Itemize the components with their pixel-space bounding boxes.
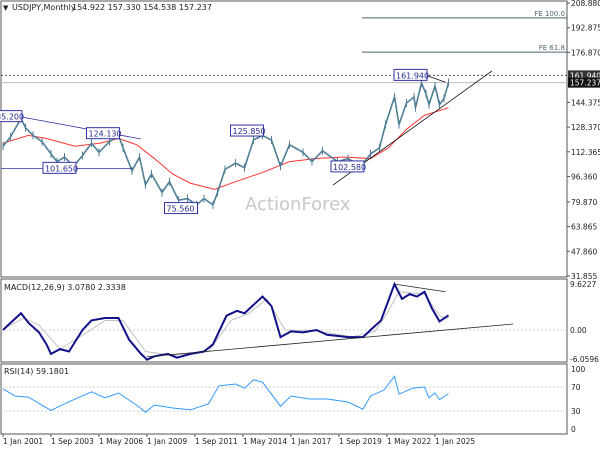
fib-label: FE 100.0 — [534, 10, 565, 18]
y-tick-label: 79.870 — [571, 198, 597, 207]
macd-trendline — [394, 283, 446, 293]
annotation-label: 102.580 — [333, 163, 366, 172]
watermark: ActionForex — [245, 194, 351, 215]
x-tick-label: 1 Jan 2017 — [291, 437, 331, 446]
y-tick-label: 112.365 — [571, 148, 600, 157]
rsi-tick-label: 100 — [571, 365, 586, 374]
ohlc-values: 154.922 157.330 154.538 157.237 — [72, 3, 212, 12]
x-tick-label: 1 Sep 2019 — [339, 437, 382, 446]
price-series — [2, 80, 450, 207]
main-panel-frame — [0, 0, 568, 278]
x-tick-label: 1 Sep 2011 — [195, 437, 238, 446]
x-tick-label: 1 Jan 2025 — [435, 437, 475, 446]
y-tick-label: 47.860 — [571, 247, 597, 256]
rsi-line — [2, 375, 449, 413]
x-tick-label: 1 Sep 2003 — [51, 437, 94, 446]
rsi-tick-label: 30 — [571, 407, 581, 416]
annotation-label: 161.940 — [396, 71, 429, 80]
y-tick-label: 192.875 — [571, 24, 600, 33]
chart-canvas: ActionForex FE 100.0 FE 61.8 135.200 124.13… — [0, 0, 600, 446]
rsi-panel-frame — [0, 363, 568, 435]
x-tick-label: 1 May 2022 — [387, 437, 431, 446]
rsi-tick-label: 0 — [571, 425, 576, 434]
y-tick-label: 208.880 — [571, 0, 600, 8]
trendline — [19, 116, 142, 140]
chart-window: ActionForex FE 100.0 FE 61.8 135.200 124.13… — [0, 0, 600, 450]
dropdown-triangle-icon[interactable]: ▼ — [3, 4, 9, 12]
rsi-tick-label: 70 — [571, 383, 581, 392]
annotation-label: 135.200 — [0, 113, 24, 122]
x-tick-label: 1 May 2006 — [99, 437, 143, 446]
chart-title[interactable]: ▼ USDJPY,Monthly 154.922 157.330 154.538… — [3, 3, 212, 12]
y-tick-label: 96.360 — [571, 173, 597, 182]
moving-average-line — [2, 107, 449, 190]
annotation-label: 124.130 — [89, 130, 122, 139]
x-tick-label: 1 Jan 2001 — [3, 437, 43, 446]
macd-trendline — [146, 323, 514, 358]
rsi-title: RSI(14) 59.1801 — [4, 367, 69, 376]
macd-tick-label: -6.0596 — [570, 355, 599, 364]
price-tag-label: 157.237 — [570, 79, 600, 88]
annotation-label: 125.850 — [233, 127, 266, 136]
x-tick-label: 1 Jan 2009 — [147, 437, 187, 446]
x-tick-label: 1 May 2014 — [243, 437, 287, 446]
macd-tick-label: 9.6227 — [570, 280, 596, 289]
y-tick-label: 128.370 — [571, 123, 600, 132]
macd-tick-label: 0.00 — [570, 326, 587, 335]
macd-signal-line — [2, 291, 449, 356]
annotation-label: 75.560 — [167, 205, 195, 214]
y-tick-label: 176.870 — [571, 48, 600, 57]
y-tick-label: 144.375 — [571, 98, 600, 107]
fib-label: FE 61.8 — [539, 44, 565, 52]
macd-title: MACD(12,26,9) 3.0780 2.3338 — [4, 283, 126, 292]
symbol-title: USDJPY,Monthly — [12, 3, 76, 12]
annotation-label: 101.650 — [45, 164, 78, 173]
y-tick-label: 63.865 — [571, 223, 597, 232]
